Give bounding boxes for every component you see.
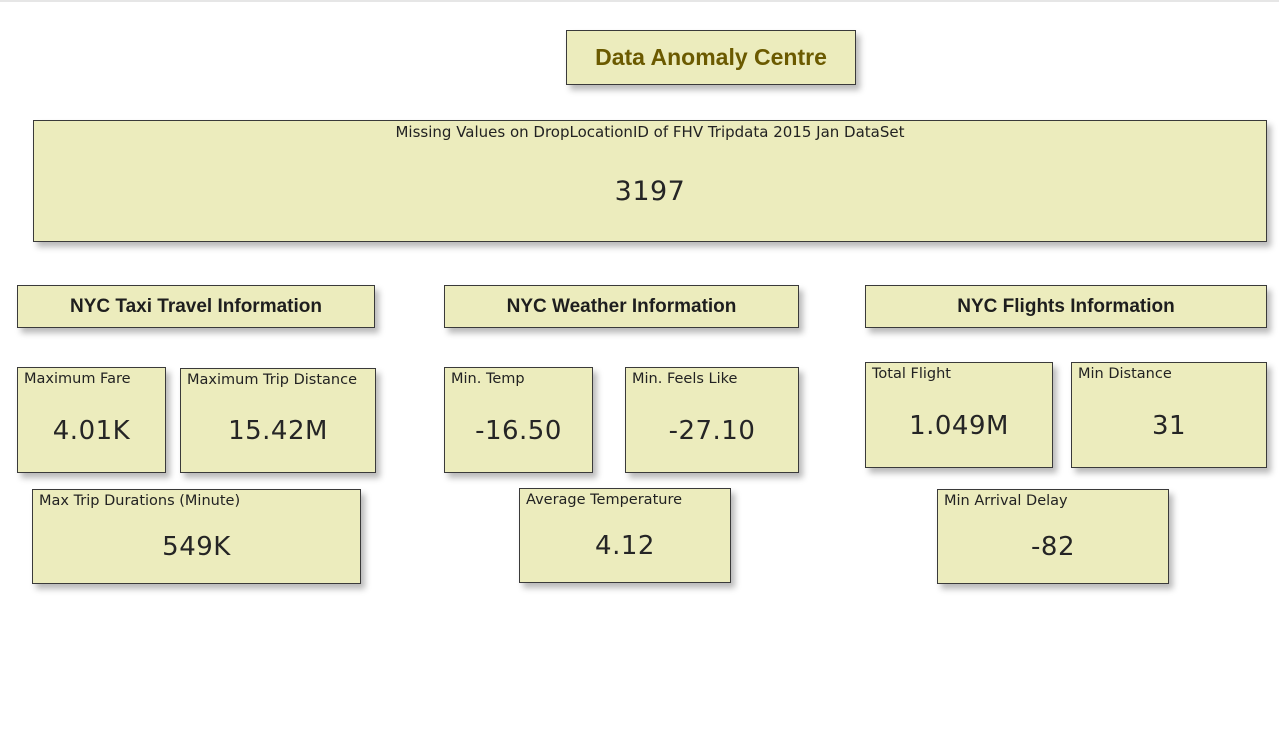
- min-feels-like-label: Min. Feels Like: [632, 371, 738, 387]
- max-trip-duration-value: 549K: [162, 532, 231, 562]
- min-arrival-delay-value: -82: [1031, 532, 1075, 562]
- min-distance-card[interactable]: Min Distance 31: [1071, 362, 1267, 468]
- taxi-section-header: NYC Taxi Travel Information: [17, 285, 375, 328]
- max-trip-distance-label: Maximum Trip Distance: [187, 372, 357, 388]
- flights-section-title: NYC Flights Information: [957, 295, 1175, 317]
- page-title-card: Data Anomaly Centre: [566, 30, 856, 85]
- missing-values-value: 3197: [614, 176, 686, 207]
- avg-temp-card[interactable]: Average Temperature 4.12: [519, 488, 731, 583]
- min-distance-value: 31: [1151, 411, 1187, 441]
- min-arrival-delay-card[interactable]: Min Arrival Delay -82: [937, 489, 1169, 584]
- max-trip-distance-card[interactable]: Maximum Trip Distance 15.42M: [180, 368, 376, 473]
- min-feels-like-value: -27.10: [668, 416, 756, 446]
- min-arrival-delay-label: Min Arrival Delay: [944, 493, 1068, 509]
- weather-section-title: NYC Weather Information: [506, 295, 737, 317]
- max-fare-card[interactable]: Maximum Fare 4.01K: [17, 367, 166, 473]
- page-title: Data Anomaly Centre: [595, 44, 827, 70]
- min-temp-card[interactable]: Min. Temp -16.50: [444, 367, 593, 473]
- min-temp-label: Min. Temp: [451, 371, 525, 387]
- max-trip-distance-value: 15.42M: [228, 416, 328, 446]
- max-fare-value: 4.01K: [52, 416, 131, 446]
- avg-temp-label: Average Temperature: [526, 492, 683, 508]
- total-flight-value: 1.049M: [909, 411, 1009, 441]
- max-trip-duration-label: Max Trip Durations (Minute): [39, 493, 241, 509]
- top-divider: [0, 0, 1279, 2]
- min-distance-label: Min Distance: [1078, 366, 1172, 382]
- max-trip-duration-card[interactable]: Max Trip Durations (Minute) 549K: [32, 489, 361, 584]
- avg-temp-value: 4.12: [595, 531, 655, 561]
- missing-values-label: Missing Values on DropLocationID of FHV …: [395, 123, 905, 141]
- weather-section-header: NYC Weather Information: [444, 285, 799, 328]
- taxi-section-title: NYC Taxi Travel Information: [70, 295, 322, 317]
- total-flight-label: Total Flight: [872, 366, 951, 382]
- missing-values-card[interactable]: Missing Values on DropLocationID of FHV …: [33, 120, 1267, 242]
- flights-section-header: NYC Flights Information: [865, 285, 1267, 328]
- min-temp-value: -16.50: [475, 416, 562, 446]
- min-feels-like-card[interactable]: Min. Feels Like -27.10: [625, 367, 799, 473]
- max-fare-label: Maximum Fare: [24, 371, 131, 387]
- total-flight-card[interactable]: Total Flight 1.049M: [865, 362, 1053, 468]
